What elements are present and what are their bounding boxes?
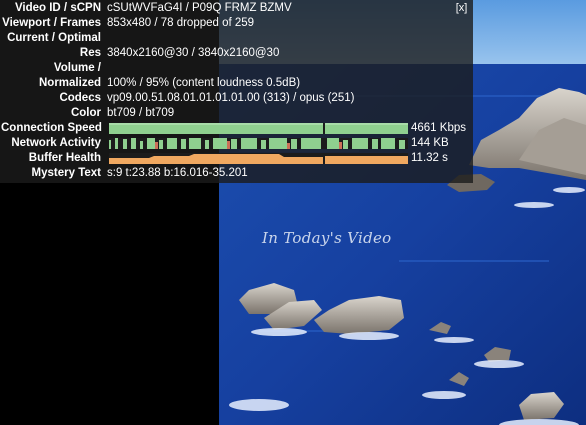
stats-for-nerds-panel: [x] Video ID / sCPN cSUtWVFaG4I / P09Q F… — [0, 0, 473, 183]
stat-value: 144 KB — [411, 137, 449, 149]
connection-speed-graph — [109, 123, 408, 134]
stat-value: 100% / 95% (content loudness 0.5dB) — [107, 77, 301, 89]
network-activity-row: Network Activity 144 KB — [0, 136, 473, 151]
stat-value: 11.32 s — [411, 152, 448, 164]
stat-label: Normalized — [39, 77, 101, 89]
stat-value: 3840x2160@30 / 3840x2160@30 — [107, 47, 280, 59]
stat-label: Current / Optimal — [7, 32, 101, 44]
stat-value: 4661 Kbps — [411, 122, 466, 134]
stat-row: Codecs vp09.00.51.08.01.01.01.01.00 (313… — [0, 91, 473, 106]
network-activity-graph — [109, 138, 408, 149]
stat-row: Viewport / Frames 853x480 / 78 dropped o… — [0, 16, 473, 31]
stat-value: cSUtWVFaG4I / P09Q FRMZ BZMV — [107, 2, 292, 14]
stat-label: Network Activity — [11, 137, 101, 149]
stat-row: Normalized 100% / 95% (content loudness … — [0, 76, 473, 91]
stat-label: Mystery Text — [31, 167, 101, 179]
stat-label: Viewport / Frames — [2, 17, 101, 29]
connection-speed-row: Connection Speed 4661 Kbps — [0, 121, 473, 136]
stat-value: s:9 t:23.88 b:16.016-35.201 — [107, 167, 248, 179]
stat-row: Volume / — [0, 61, 473, 76]
stat-label: Connection Speed — [1, 122, 102, 134]
stat-label: Res — [79, 47, 101, 59]
stat-label: Volume / — [53, 62, 101, 74]
stat-value: vp09.00.51.08.01.01.01.01.00 (313) / opu… — [107, 92, 355, 104]
video-player[interactable]: In Today's Video [x] Video ID / sCPN cSU… — [0, 0, 586, 425]
stat-row: Video ID / sCPN cSUtWVFaG4I / P09Q FRMZ … — [0, 1, 473, 16]
stat-value: bt709 / bt709 — [107, 107, 175, 119]
mystery-text-row: Mystery Text s:9 t:23.88 b:16.016-35.201 — [0, 166, 473, 181]
stat-row: Res 3840x2160@30 / 3840x2160@30 — [0, 46, 473, 61]
stat-label: Buffer Health — [28, 152, 101, 164]
stat-label: Codecs — [59, 92, 101, 104]
stat-label: Video ID / sCPN — [14, 2, 101, 14]
stat-label: Color — [70, 107, 101, 119]
stat-value: 853x480 / 78 dropped of 259 — [107, 17, 255, 29]
video-text-overlay: In Today's Video — [262, 229, 392, 247]
buffer-health-graph — [109, 153, 408, 164]
stat-row: Color bt709 / bt709 — [0, 106, 473, 121]
buffer-health-row: Buffer Health 11.32 s — [0, 151, 473, 166]
stat-row: Current / Optimal — [0, 31, 473, 46]
